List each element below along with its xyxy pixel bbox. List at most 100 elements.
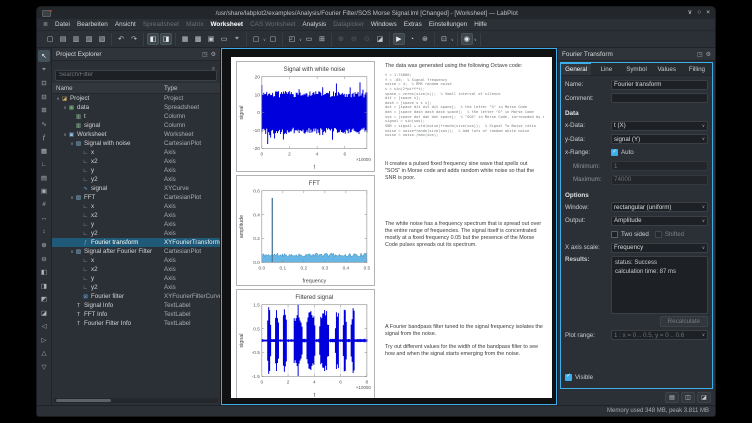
fourier-transform-dock-header[interactable]: Fourier Transform ◳ ⚙ xyxy=(558,48,715,61)
zoom-out-y-tool-button[interactable]: ◪ xyxy=(38,307,50,319)
add-equation-curve-tool-button[interactable]: ƒ xyxy=(38,131,50,143)
column-header-name[interactable]: Name xyxy=(56,85,164,92)
zoom-in-x-tool-button[interactable]: ◧ xyxy=(38,266,50,278)
plot-range-select[interactable]: 1 : x = 0 .. 0.5, y = 0 .. 0.6∨ xyxy=(611,330,708,340)
x-data-select[interactable]: t (X)∨ xyxy=(611,121,708,131)
toggle-properties-dock-button[interactable]: ◨ xyxy=(160,33,172,45)
tree-item-signal-with-noise[interactable]: ∨▧Signal with noiseCartesianPlot xyxy=(52,139,220,148)
two-sided-checkbox[interactable] xyxy=(611,231,618,238)
window-select[interactable]: rectangular (uniform)∨ xyxy=(611,202,708,212)
x-axis-scale-select[interactable]: Frequency∨ xyxy=(611,243,708,253)
plot-fft[interactable]: 0.00.10.20.30.40.50.00.20.40.6FFTfrequen… xyxy=(236,175,379,286)
shift-up-tool-button[interactable]: △ xyxy=(38,347,50,359)
gear-icon[interactable]: ⚙ xyxy=(211,51,216,58)
new-datapicker-button[interactable]: ⌖ xyxy=(231,33,243,45)
toggle-project-explorer-button[interactable]: ◧ xyxy=(147,33,159,45)
tree-item-y2[interactable]: ∟y2Axis xyxy=(52,175,220,184)
crosshair-tool-button[interactable]: ⌖ xyxy=(38,64,50,76)
filter-icon[interactable]: ≡ xyxy=(212,66,215,72)
new-worksheet-button[interactable]: ▣ xyxy=(205,33,217,45)
new-project-button[interactable]: ▢ xyxy=(44,33,56,45)
add-axis-tool-button[interactable]: ∟ xyxy=(38,158,50,170)
menu-einstellungen[interactable]: Einstellungen xyxy=(429,21,467,28)
select-mode-button[interactable]: ▶ xyxy=(393,33,405,45)
menu-worksheet[interactable]: Worksheet xyxy=(211,21,244,28)
tree-item-signal-info[interactable]: TSignal InfoTextLabel xyxy=(52,301,220,310)
navigate-mode-button[interactable]: ◔ xyxy=(406,33,418,45)
recalculate-button[interactable]: Recalculate xyxy=(660,316,708,327)
print-preview-button[interactable]: ▧ xyxy=(96,33,108,45)
menu-datapicker[interactable]: Datapicker xyxy=(333,21,364,28)
add-text-label-tool-button[interactable]: ▣ xyxy=(38,185,50,197)
zoom-select-view-button[interactable]: ⊛ xyxy=(419,33,431,45)
tree-item-fourier-transform[interactable]: ƒFourier transformXYFourierTransformCurv… xyxy=(52,238,220,247)
comment-input[interactable] xyxy=(611,93,708,103)
print-button[interactable]: ▨ xyxy=(83,33,95,45)
auto-scale-x-tool-button[interactable]: ↔ xyxy=(38,212,50,224)
name-input[interactable] xyxy=(611,80,708,90)
tree-item-project[interactable]: ∨◪ProjectProject xyxy=(52,94,220,103)
close-button[interactable]: × xyxy=(706,10,710,17)
tree-item-fft[interactable]: ∨▧FFTCartesianPlot xyxy=(52,193,220,202)
tree-item-x[interactable]: ∟xAxis xyxy=(52,256,220,265)
zoom-in-tool-button[interactable]: ⊕ xyxy=(38,239,50,251)
tree-item-fourier-filter-info[interactable]: TFourier Filter InfoTextLabel xyxy=(52,319,220,328)
maximize-button[interactable]: ○ xyxy=(697,10,701,17)
output-select[interactable]: Amplitude∨ xyxy=(611,216,708,226)
search-input[interactable] xyxy=(55,70,217,81)
fourier-filter-info-label[interactable]: A Fourier bandpass filter tuned to the s… xyxy=(385,300,544,364)
tree-item-x[interactable]: ∟xAxis xyxy=(52,202,220,211)
new-note-button[interactable]: ▭ xyxy=(218,33,230,45)
zoom-out-x-tool-button[interactable]: ◨ xyxy=(38,280,50,292)
project-explorer-header[interactable]: Project Explorer ◳ ⚙ xyxy=(52,48,220,61)
import-data-button[interactable]: ▢ xyxy=(267,33,279,45)
menu-extras[interactable]: Extras xyxy=(404,21,422,28)
tree-item-x[interactable]: ∟xAxis xyxy=(52,148,220,157)
float-icon[interactable]: ◳ xyxy=(202,51,208,58)
redo-button[interactable]: ↷ xyxy=(128,33,140,45)
export-worksheet-button[interactable]: ◰ xyxy=(286,33,298,45)
fit-page-button[interactable]: ◪ xyxy=(374,33,386,45)
magnification-dropdown-button[interactable]: ◉ xyxy=(461,33,473,45)
tab-symbol[interactable]: Symbol xyxy=(621,63,651,75)
load-settings-button[interactable]: ▤ xyxy=(665,392,679,403)
new-workbook-button[interactable]: ▢ xyxy=(250,33,262,45)
auto-checkbox[interactable]: ✓ xyxy=(611,149,618,156)
menu-windows[interactable]: Windows xyxy=(371,21,397,28)
tree-item-signal-after-fourier-filter[interactable]: ∨▧Signal after Fourier FilterCartesianPl… xyxy=(52,247,220,256)
zoom-mode-dropdown-button[interactable]: ⊡ xyxy=(438,33,450,45)
grid-settings-button[interactable]: ⊞ xyxy=(316,33,328,45)
zoom-select-tool-button[interactable]: ⊡ xyxy=(38,77,50,89)
shift-left-tool-button[interactable]: ◁ xyxy=(38,320,50,332)
tree-item-y2[interactable]: ∟y2Axis xyxy=(52,283,220,292)
float-icon[interactable]: ◳ xyxy=(697,51,703,58)
tree-item-fft-info[interactable]: TFFT InfoTextLabel xyxy=(52,310,220,319)
horizontal-scrollbar[interactable] xyxy=(54,398,218,403)
zoom-in-y-tool-button[interactable]: ◩ xyxy=(38,293,50,305)
auto-scale-y-tool-button[interactable]: ↕ xyxy=(38,226,50,238)
text-label-mode-button[interactable]: ▭ xyxy=(303,33,315,45)
save-settings-button[interactable]: ◫ xyxy=(681,392,695,403)
octave-text-label[interactable]: The data was generated using the followi… xyxy=(385,63,544,185)
zoom-y-select-tool-button[interactable]: ⊞ xyxy=(38,104,50,116)
select-tool-button[interactable]: ↖ xyxy=(38,50,50,62)
tab-line[interactable]: Line xyxy=(591,63,621,75)
save-project-button[interactable]: ▥ xyxy=(70,33,82,45)
tree-item-y[interactable]: ∟yAxis xyxy=(52,274,220,283)
menu-app-icon[interactable]: ≣ xyxy=(43,21,48,28)
column-header-type[interactable]: Type xyxy=(164,85,220,92)
zoom-out-tool-button[interactable]: ⊖ xyxy=(38,253,50,265)
gear-icon[interactable]: ⚙ xyxy=(706,51,711,58)
menu-bearbeiten[interactable]: Bearbeiten xyxy=(77,21,108,28)
menu-ansicht[interactable]: Ansicht xyxy=(115,21,136,28)
plot-filtered-signal[interactable]: 02468-1.5-0.50.51.5Filtered signaltsigna… xyxy=(236,289,379,398)
menu-spreadsheet[interactable]: Spreadsheet xyxy=(143,21,179,28)
tree-item-x2[interactable]: ∟x2Axis xyxy=(52,265,220,274)
tree-item-t[interactable]: ▥tColumn xyxy=(52,112,220,121)
visible-checkbox[interactable]: ✓ xyxy=(565,374,572,381)
tree-item-y[interactable]: ∟yAxis xyxy=(52,220,220,229)
menu-datei[interactable]: Datei xyxy=(55,21,70,28)
tree-item-y2[interactable]: ∟y2Axis xyxy=(52,229,220,238)
undo-button[interactable]: ↶ xyxy=(115,33,127,45)
zoom-x-select-tool-button[interactable]: ⊟ xyxy=(38,91,50,103)
